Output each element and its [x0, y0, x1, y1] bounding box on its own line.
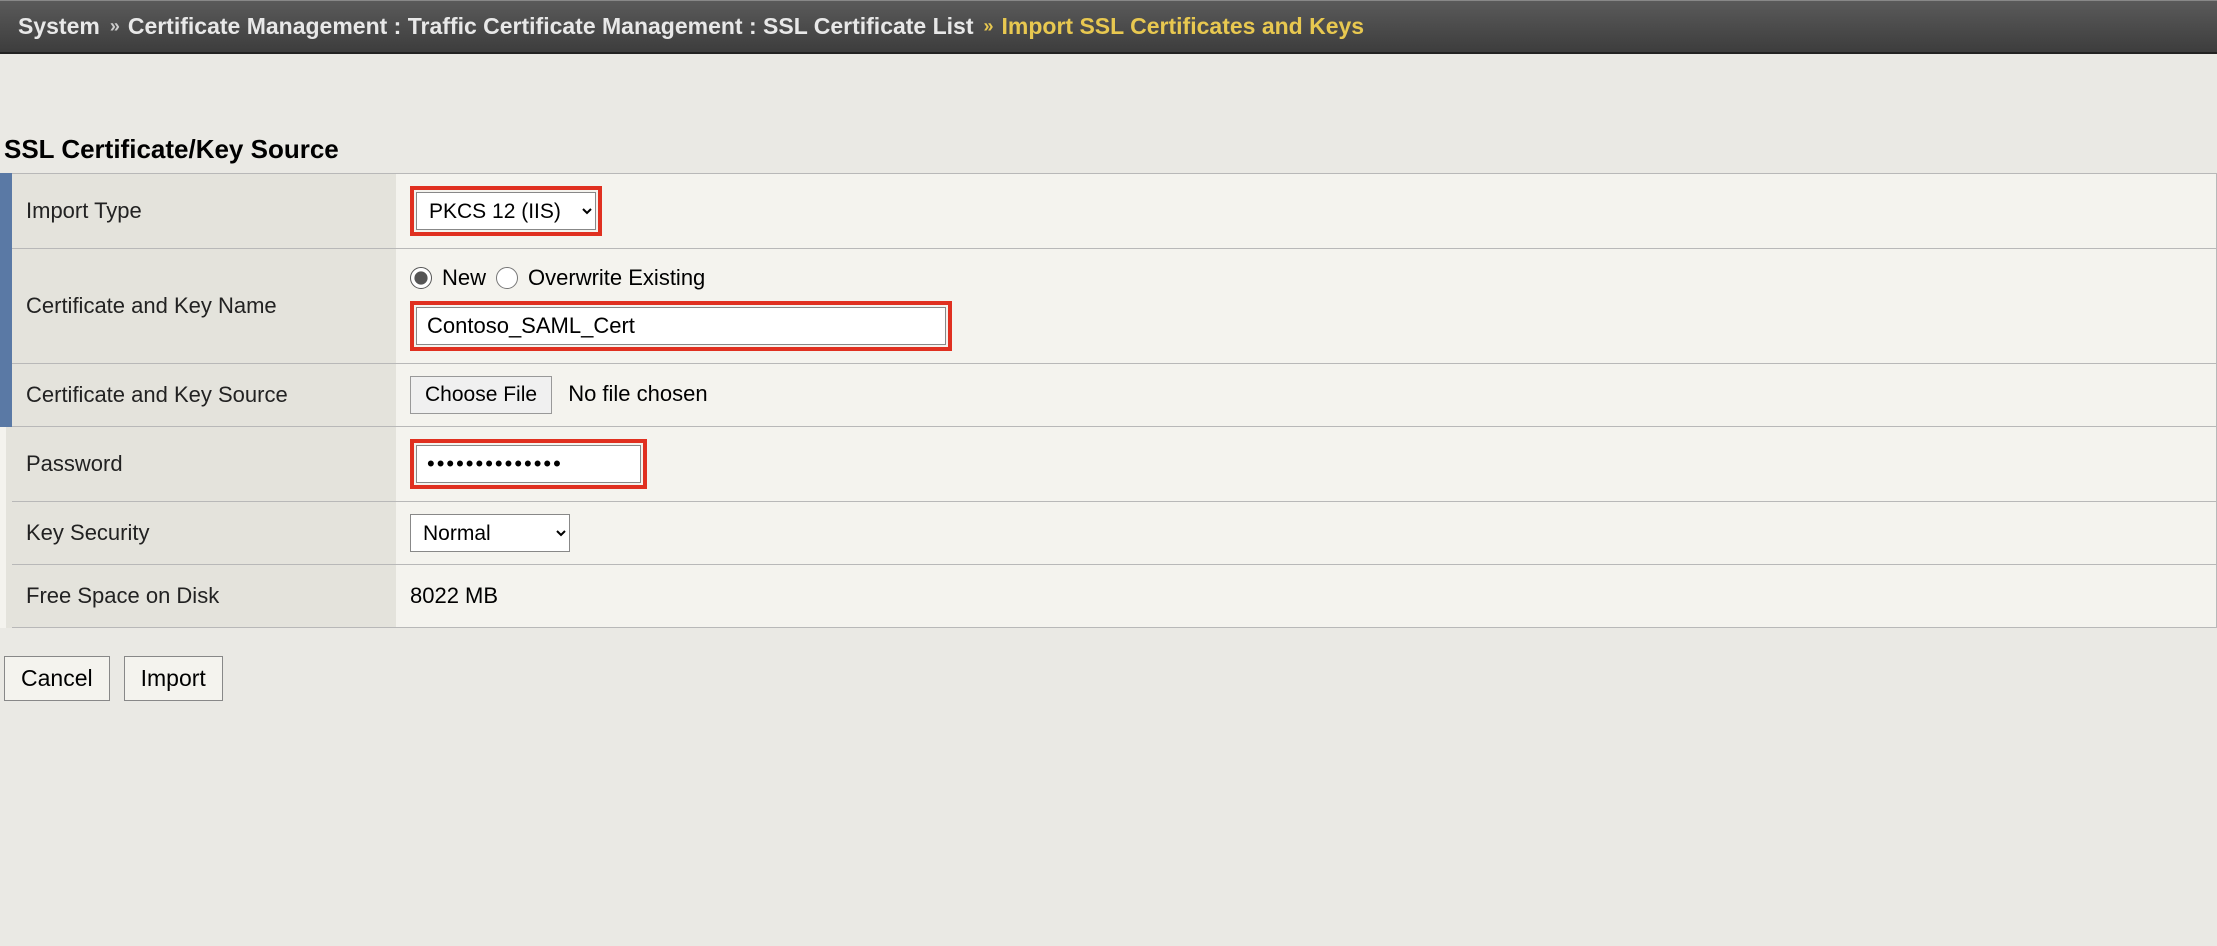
form-table: Import Type PKCS 12 (IIS) Certificate an… [0, 173, 2217, 628]
choose-file-button[interactable]: Choose File [410, 376, 552, 414]
label-password: Password [6, 427, 396, 502]
key-security-select[interactable]: Normal [410, 514, 570, 552]
breadcrumb-current: Import SSL Certificates and Keys [1002, 13, 1365, 40]
label-cert-key-name: Certificate and Key Name [6, 249, 396, 364]
radio-new-label: New [442, 265, 486, 291]
radio-overwrite-label: Overwrite Existing [528, 265, 705, 291]
row-key-security: Key Security Normal [6, 502, 2217, 565]
action-bar: Cancel Import [0, 656, 2217, 701]
cert-name-mode-radios: New Overwrite Existing [410, 265, 2202, 291]
label-free-space: Free Space on Disk [6, 565, 396, 628]
file-chosen-status: No file chosen [568, 381, 707, 406]
section-title: SSL Certificate/Key Source [0, 134, 2217, 165]
label-cert-key-source: Certificate and Key Source [6, 364, 396, 427]
row-password: Password [6, 427, 2217, 502]
import-button[interactable]: Import [124, 656, 223, 701]
label-import-type: Import Type [6, 174, 396, 249]
breadcrumb-separator-icon: ›› [110, 16, 118, 37]
breadcrumb: System ›› Certificate Management : Traff… [0, 0, 2217, 54]
cancel-button[interactable]: Cancel [4, 656, 110, 701]
label-key-security: Key Security [6, 502, 396, 565]
breadcrumb-path[interactable]: Certificate Management : Traffic Certifi… [128, 13, 974, 40]
row-cert-key-name: Certificate and Key Name New Overwrite E… [6, 249, 2217, 364]
radio-new[interactable] [410, 267, 432, 289]
row-cert-key-source: Certificate and Key Source Choose File N… [6, 364, 2217, 427]
row-free-space: Free Space on Disk 8022 MB [6, 565, 2217, 628]
breadcrumb-separator-icon: ›› [984, 16, 992, 37]
radio-overwrite[interactable] [496, 267, 518, 289]
breadcrumb-root[interactable]: System [18, 13, 100, 40]
import-type-select[interactable]: PKCS 12 (IIS) [416, 192, 596, 230]
highlight-import-type: PKCS 12 (IIS) [410, 186, 602, 236]
row-import-type: Import Type PKCS 12 (IIS) [6, 174, 2217, 249]
highlight-password [410, 439, 647, 489]
password-input[interactable] [416, 445, 641, 483]
free-space-value: 8022 MB [410, 583, 498, 608]
cert-key-name-input[interactable] [416, 307, 946, 345]
highlight-cert-name [410, 301, 952, 351]
